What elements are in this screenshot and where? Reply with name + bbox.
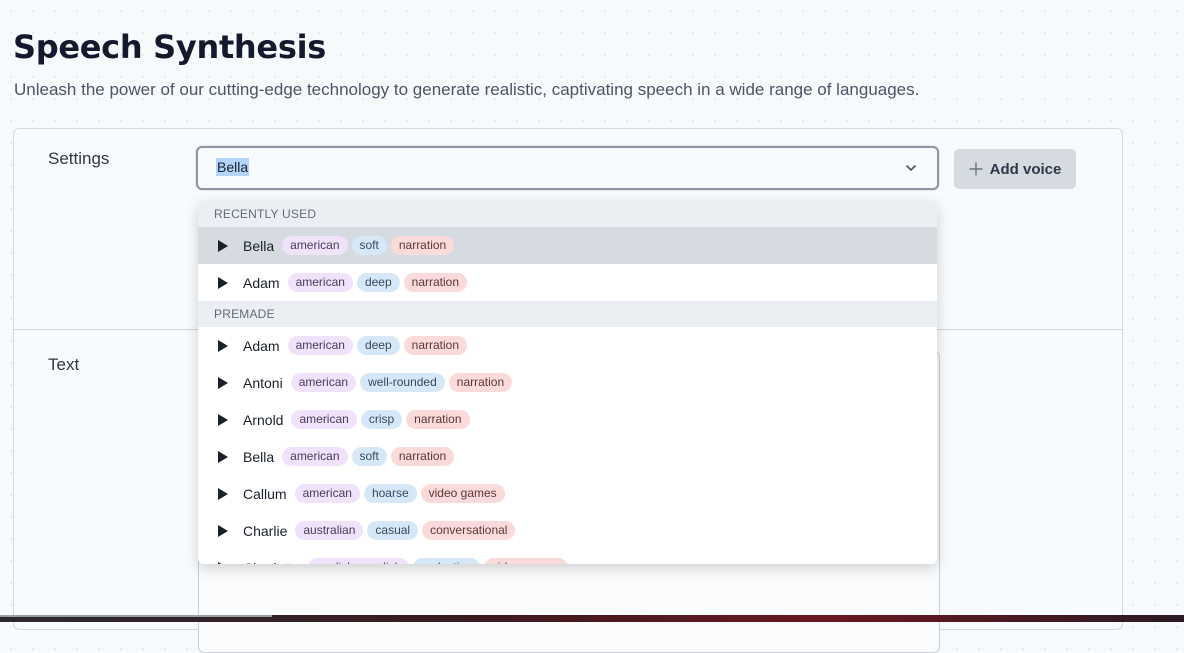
use-case-tag: narration xyxy=(406,410,470,429)
descriptor-tag: seductive xyxy=(413,558,480,564)
voice-option[interactable]: Adam american deep narration xyxy=(198,264,937,301)
voice-option[interactable]: Antoni american well-rounded narration xyxy=(198,364,937,401)
descriptor-tag: well-rounded xyxy=(360,373,445,392)
plus-icon xyxy=(968,162,983,176)
voice-name: Adam xyxy=(243,274,280,291)
add-voice-label: Add voice xyxy=(989,160,1062,178)
premade-header: PREMADE xyxy=(198,301,937,327)
text-label: Text xyxy=(48,355,80,374)
voice-name: Callum xyxy=(243,485,287,502)
use-case-tag: conversational xyxy=(422,521,516,540)
voice-select-value[interactable]: Bella xyxy=(216,158,250,176)
play-icon[interactable] xyxy=(217,413,229,426)
descriptor-tag: crisp xyxy=(360,410,403,429)
play-icon[interactable] xyxy=(217,450,229,463)
voice-option[interactable]: Arnold american crisp narration xyxy=(198,401,937,438)
accent-tag: american xyxy=(287,336,353,355)
descriptor-tag: deep xyxy=(356,273,400,292)
voice-option[interactable]: Bella american soft narration xyxy=(198,227,937,264)
voice-option[interactable]: Charlie australian casual conversational xyxy=(198,512,937,549)
accent-tag: american xyxy=(291,410,357,429)
taskbar-strip xyxy=(0,615,1184,622)
voice-option[interactable]: Adam american deep narration xyxy=(198,327,937,364)
add-voice-button[interactable]: Add voice xyxy=(954,149,1076,189)
voice-option[interactable]: Callum american hoarse video games xyxy=(198,475,937,512)
voice-name: Bella xyxy=(243,237,275,254)
voice-option[interactable]: Charlotte english-swedishseductivevideo g… xyxy=(198,549,937,564)
use-case-tag: video games xyxy=(483,558,568,564)
voice-name: Adam xyxy=(243,337,280,354)
play-icon[interactable] xyxy=(217,376,229,389)
descriptor-tag: soft xyxy=(351,236,387,255)
voice-name: Charlie xyxy=(243,522,288,539)
voice-name: Antoni xyxy=(243,374,283,391)
use-case-tag: narration xyxy=(403,336,468,355)
scrollbar[interactable] xyxy=(0,615,272,617)
voice-option[interactable]: Bella american soft narration xyxy=(198,438,937,475)
play-icon[interactable] xyxy=(217,561,229,565)
descriptor-tag: deep xyxy=(356,336,400,355)
settings-label: Settings xyxy=(48,149,110,168)
accent-tag: american xyxy=(282,447,348,466)
accent-tag: american xyxy=(282,236,348,255)
use-case-tag: narration xyxy=(390,447,455,466)
voice-name: Arnold xyxy=(243,411,284,428)
descriptor-tag: hoarse xyxy=(363,484,417,503)
voice-select[interactable]: Bella xyxy=(196,146,939,190)
use-case-tag: narration xyxy=(403,273,468,292)
accent-tag: english-swedish xyxy=(307,558,410,564)
descriptor-tag: casual xyxy=(367,521,419,540)
accent-tag: american xyxy=(287,273,353,292)
use-case-tag: narration xyxy=(390,236,455,255)
descriptor-tag: soft xyxy=(351,447,387,466)
play-icon[interactable] xyxy=(217,339,229,352)
play-icon[interactable] xyxy=(217,239,229,252)
play-icon[interactable] xyxy=(217,524,229,537)
voice-name: Charlotte xyxy=(243,560,300,565)
use-case-tag: narration xyxy=(448,373,513,392)
recently-used-header: RECENTLY USED xyxy=(198,201,937,227)
use-case-tag: video games xyxy=(420,484,505,503)
play-icon[interactable] xyxy=(217,276,229,289)
accent-tag: australian xyxy=(295,521,364,540)
accent-tag: american xyxy=(290,373,357,392)
page-subtitle: Unleash the power of our cutting-edge te… xyxy=(14,80,920,99)
voice-dropdown: RECENTLY USED Bella american soft narration… xyxy=(198,201,937,564)
chevron-down-icon[interactable] xyxy=(905,162,917,174)
play-icon[interactable] xyxy=(217,487,229,500)
page-title: Speech Synthesis xyxy=(13,28,326,66)
voice-name: Bella xyxy=(243,448,275,465)
accent-tag: american xyxy=(294,484,360,503)
